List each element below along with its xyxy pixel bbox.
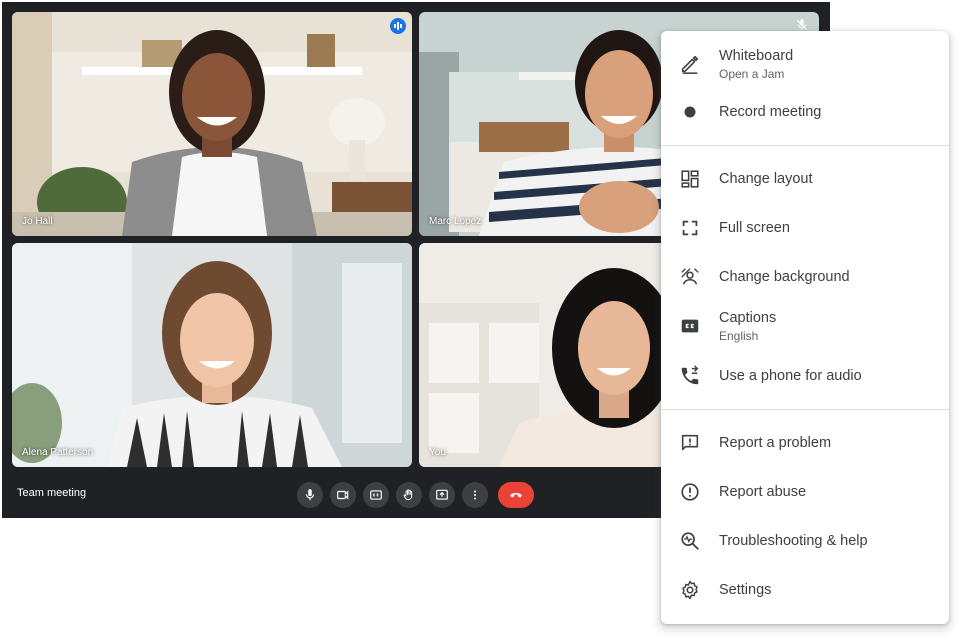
layout-icon	[678, 167, 702, 191]
menu-item-text: Record meeting	[719, 103, 821, 121]
menu-item-text: Report a problem	[719, 434, 831, 452]
menu-item-label: Change background	[719, 269, 850, 285]
fullscreen-icon	[678, 216, 702, 240]
menu-item-sublabel: English	[719, 328, 759, 343]
participant-tile-jo-hall[interactable]: Jo Hall	[12, 12, 412, 236]
participant-name: You	[429, 447, 446, 458]
menu-item-label: Use a phone for audio	[719, 368, 862, 384]
participant-name: Marc Lopez	[429, 216, 482, 227]
menu-item-whiteboard[interactable]: Whiteboard Open a Jam	[661, 40, 949, 88]
menu-item-text: Change background	[719, 268, 850, 286]
menu-item-record-meeting[interactable]: Record meeting	[661, 90, 949, 134]
menu-item-settings[interactable]: Settings	[661, 568, 949, 612]
menu-item-text: Settings	[719, 581, 771, 599]
menu-item-label: Troubleshooting & help	[719, 533, 868, 549]
menu-item-text: Use a phone for audio	[719, 367, 862, 385]
participant-video	[12, 243, 412, 467]
speaking-indicator-icon	[390, 18, 406, 34]
participant-name: Alena Patterson	[22, 447, 94, 458]
menu-item-label: Change layout	[719, 171, 813, 187]
menu-item-text: Whiteboard Open a Jam	[719, 47, 793, 82]
mic-icon	[305, 489, 315, 501]
more-vert-icon	[473, 490, 477, 500]
menu-item-label: Report a problem	[719, 435, 832, 451]
menu-item-label: Captions	[719, 309, 777, 326]
record-dot-icon	[678, 100, 702, 124]
menu-item-label: Full screen	[719, 220, 790, 236]
microphone-button[interactable]	[297, 482, 323, 508]
menu-item-sublabel: Open a Jam	[719, 66, 785, 81]
menu-item-text: Captions English	[719, 309, 776, 344]
menu-item-full-screen[interactable]: Full screen	[661, 206, 949, 250]
menu-item-label: Settings	[719, 582, 772, 598]
call-end-icon	[510, 493, 522, 498]
menu-item-phone-audio[interactable]: Use a phone for audio	[661, 354, 949, 398]
menu-item-captions[interactable]: Captions English	[661, 302, 949, 350]
menu-item-troubleshooting[interactable]: Troubleshooting & help	[661, 519, 949, 563]
mic-off-icon	[796, 19, 808, 31]
participant-name: Jo Hall	[22, 216, 53, 227]
raise-hand-button[interactable]	[396, 482, 422, 508]
leave-call-button[interactable]	[498, 482, 534, 508]
menu-item-change-background[interactable]: Change background	[661, 255, 949, 299]
error-outline-icon	[678, 480, 702, 504]
menu-item-label: Whiteboard	[719, 47, 794, 64]
closed-caption-icon	[678, 314, 702, 338]
background-person-icon	[678, 265, 702, 289]
menu-item-report-abuse[interactable]: Report abuse	[661, 470, 949, 514]
menu-item-label: Record meeting	[719, 104, 822, 120]
menu-item-change-layout[interactable]: Change layout	[661, 157, 949, 201]
menu-item-text: Full screen	[719, 219, 790, 237]
videocam-icon	[337, 490, 349, 500]
present-button[interactable]	[429, 482, 455, 508]
menu-item-report-problem[interactable]: Report a problem	[661, 421, 949, 465]
meeting-title: Team meeting	[17, 487, 87, 499]
hand-icon	[403, 489, 413, 501]
menu-divider	[661, 145, 949, 146]
menu-divider	[661, 409, 949, 410]
menu-item-text: Change layout	[719, 170, 813, 188]
menu-item-label: Report abuse	[719, 484, 807, 500]
pencil-icon	[678, 52, 702, 76]
phone-forward-icon	[678, 364, 702, 388]
participant-tile-alena-patterson[interactable]: Alena Patterson	[12, 243, 412, 467]
troubleshoot-icon	[678, 529, 702, 553]
menu-item-text: Troubleshooting & help	[719, 532, 868, 550]
participant-video	[12, 12, 412, 236]
more-options-menu: Whiteboard Open a Jam Record meeting Cha…	[661, 31, 949, 624]
present-screen-icon	[436, 489, 448, 500]
camera-button[interactable]	[330, 482, 356, 508]
feedback-icon	[678, 431, 702, 455]
menu-item-text: Report abuse	[719, 483, 806, 501]
captions-button[interactable]	[363, 482, 389, 508]
closed-caption-icon	[370, 490, 382, 500]
more-options-button[interactable]	[462, 482, 488, 508]
gear-icon	[678, 578, 702, 602]
